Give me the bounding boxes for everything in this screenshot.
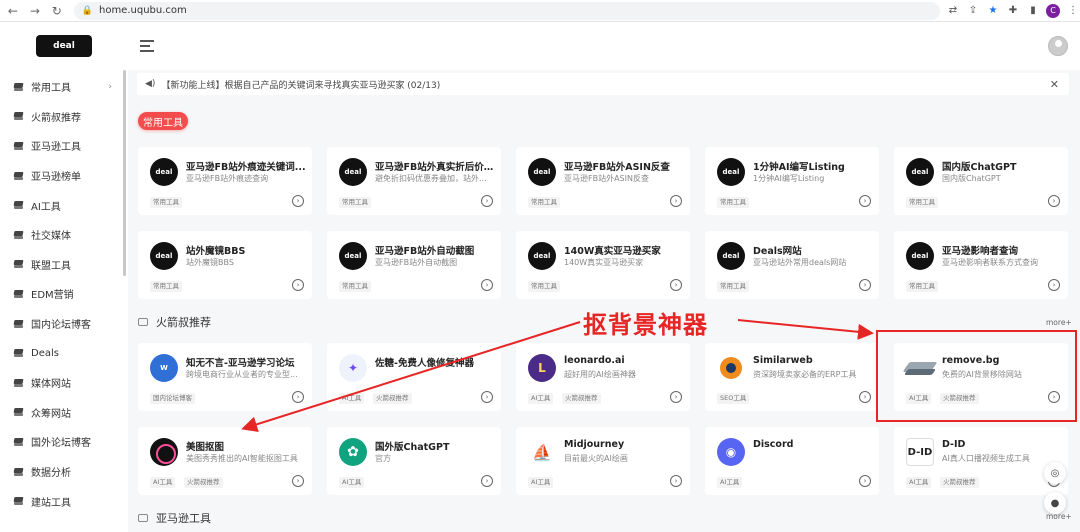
wechat-icon[interactable]: ◎ — [1044, 462, 1066, 484]
annotation-arrows — [241, 319, 874, 433]
arrow-to-meitu — [241, 321, 581, 433]
chat-bubble-icon[interactable]: ● — [1044, 492, 1066, 514]
arrow-to-removebg — [737, 319, 874, 340]
